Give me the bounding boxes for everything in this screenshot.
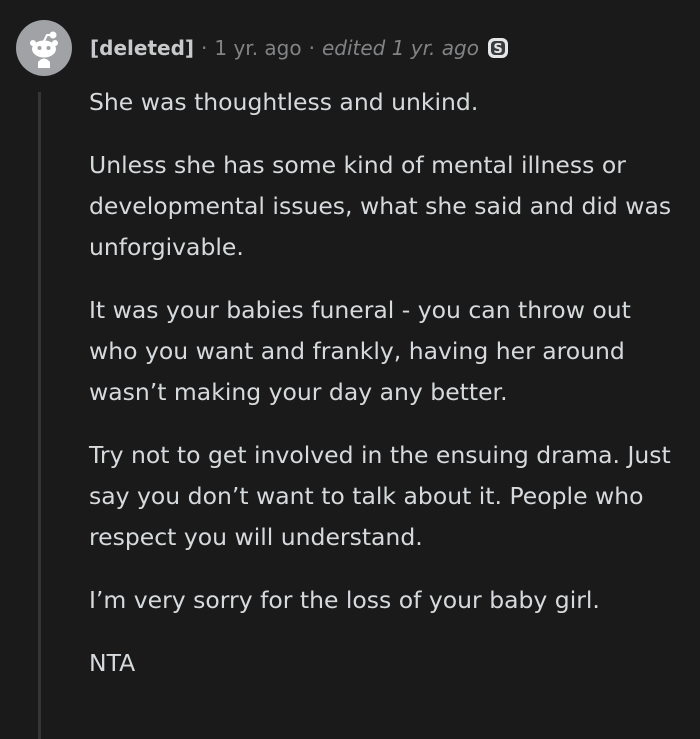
snoo-avatar-icon — [30, 31, 58, 68]
comment-paragraph: It was your babies funeral - you can thr… — [89, 296, 631, 406]
avatar[interactable] — [16, 20, 72, 76]
comment-paragraph: NTA — [89, 649, 136, 677]
author-name[interactable]: [deleted] — [90, 36, 194, 60]
comment-body: She was thoughtless and unkind. Unless s… — [89, 82, 679, 706]
thread-collapse-line[interactable] — [38, 92, 41, 739]
comment-paragraph: Unless she has some kind of mental illne… — [89, 151, 672, 261]
edited-time: edited 1 yr. ago — [321, 36, 479, 60]
comment-paragraph: She was thoughtless and unkind. — [89, 88, 479, 116]
comment-paragraph: Try not to get involved in the ensuing d… — [89, 441, 671, 551]
silver-s-award-icon[interactable]: S — [487, 37, 509, 59]
post-time[interactable]: 1 yr. ago — [214, 36, 301, 60]
meta-separator: · — [201, 36, 208, 60]
svg-text:S: S — [493, 42, 502, 57]
comment: [deleted] · 1 yr. ago · edited 1 yr. ago… — [0, 0, 700, 739]
comment-header: [deleted] · 1 yr. ago · edited 1 yr. ago… — [16, 20, 509, 76]
comment-meta: [deleted] · 1 yr. ago · edited 1 yr. ago… — [90, 36, 509, 60]
comment-paragraph: I’m very sorry for the loss of your baby… — [89, 586, 600, 614]
meta-separator: · — [308, 36, 315, 60]
